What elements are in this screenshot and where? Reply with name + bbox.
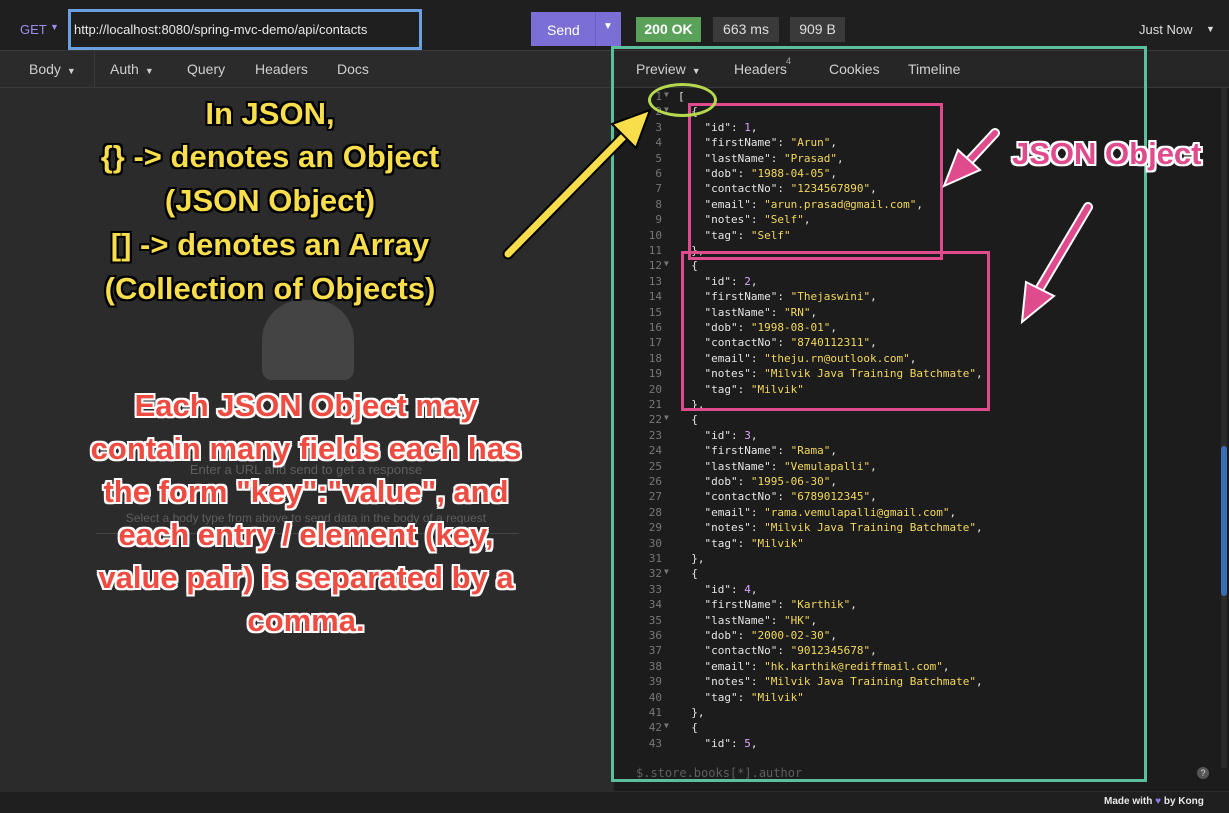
note-line: value pair) is separated by a [98, 560, 514, 595]
response-size: 909 B [790, 17, 845, 42]
chevron-down-icon[interactable]: ▼ [50, 22, 59, 32]
note-line: In JSON, [205, 96, 335, 131]
array-bracket-highlight [648, 83, 717, 117]
note-line: comma. [247, 603, 365, 638]
scrollbar-thumb[interactable] [1221, 446, 1227, 596]
history-dropdown[interactable]: Just Now [1139, 22, 1192, 37]
json-object-highlight-2 [681, 251, 990, 411]
note-line: (JSON Object) [164, 183, 376, 218]
made-with-label: Made with [1104, 796, 1153, 807]
chevron-down-icon: ▼ [66, 66, 76, 76]
note-line: (Collection of Objects) [104, 271, 436, 306]
by-kong-label: by Kong [1163, 796, 1204, 807]
tab-docs[interactable]: Docs [337, 61, 369, 77]
made-with-text: Made with ♥ by Kong [1104, 796, 1204, 807]
request-tabs: Body ▼ Auth ▼ Query Headers Docs [0, 51, 612, 88]
tab-headers[interactable]: Headers [255, 61, 308, 77]
note-line: [] -> denotes an Array [110, 227, 430, 262]
send-label: Send [547, 22, 580, 38]
note-line: each entry / element (key, [118, 517, 494, 552]
note-line: {} -> denotes an Object [100, 139, 440, 174]
chevron-down-icon[interactable]: ▼ [1206, 24, 1215, 34]
note-line: contain many fields each has [90, 431, 522, 466]
json-object-highlight-1 [688, 103, 943, 260]
tab-divider [94, 51, 95, 87]
tab-body-label: Body [29, 61, 61, 77]
send-divider [595, 12, 596, 46]
scrollbar-track[interactable] [1221, 88, 1227, 768]
tab-query[interactable]: Query [187, 61, 225, 77]
tab-auth-label: Auth [110, 61, 139, 77]
status-badge: 200 OK [636, 17, 701, 42]
send-button[interactable]: Send ▼ [531, 12, 621, 46]
chevron-down-icon[interactable]: ▼ [603, 21, 613, 32]
bug-icon [262, 300, 354, 380]
tab-body[interactable]: Body ▼ [29, 61, 76, 77]
note-line: the form "key":"value", and [103, 474, 509, 509]
chevron-down-icon: ▼ [144, 66, 154, 76]
help-icon[interactable]: ? [1197, 767, 1209, 779]
method-select[interactable]: GET [20, 22, 47, 37]
note-line: Each JSON Object may [134, 388, 478, 423]
footer: Made with ♥ by Kong [0, 792, 1229, 813]
json-object-label: JSON Object [1012, 136, 1202, 171]
url-highlight-box [68, 9, 422, 50]
response-time: 663 ms [713, 17, 779, 42]
heart-icon: ♥ [1155, 796, 1162, 807]
tab-auth[interactable]: Auth ▼ [110, 61, 154, 77]
